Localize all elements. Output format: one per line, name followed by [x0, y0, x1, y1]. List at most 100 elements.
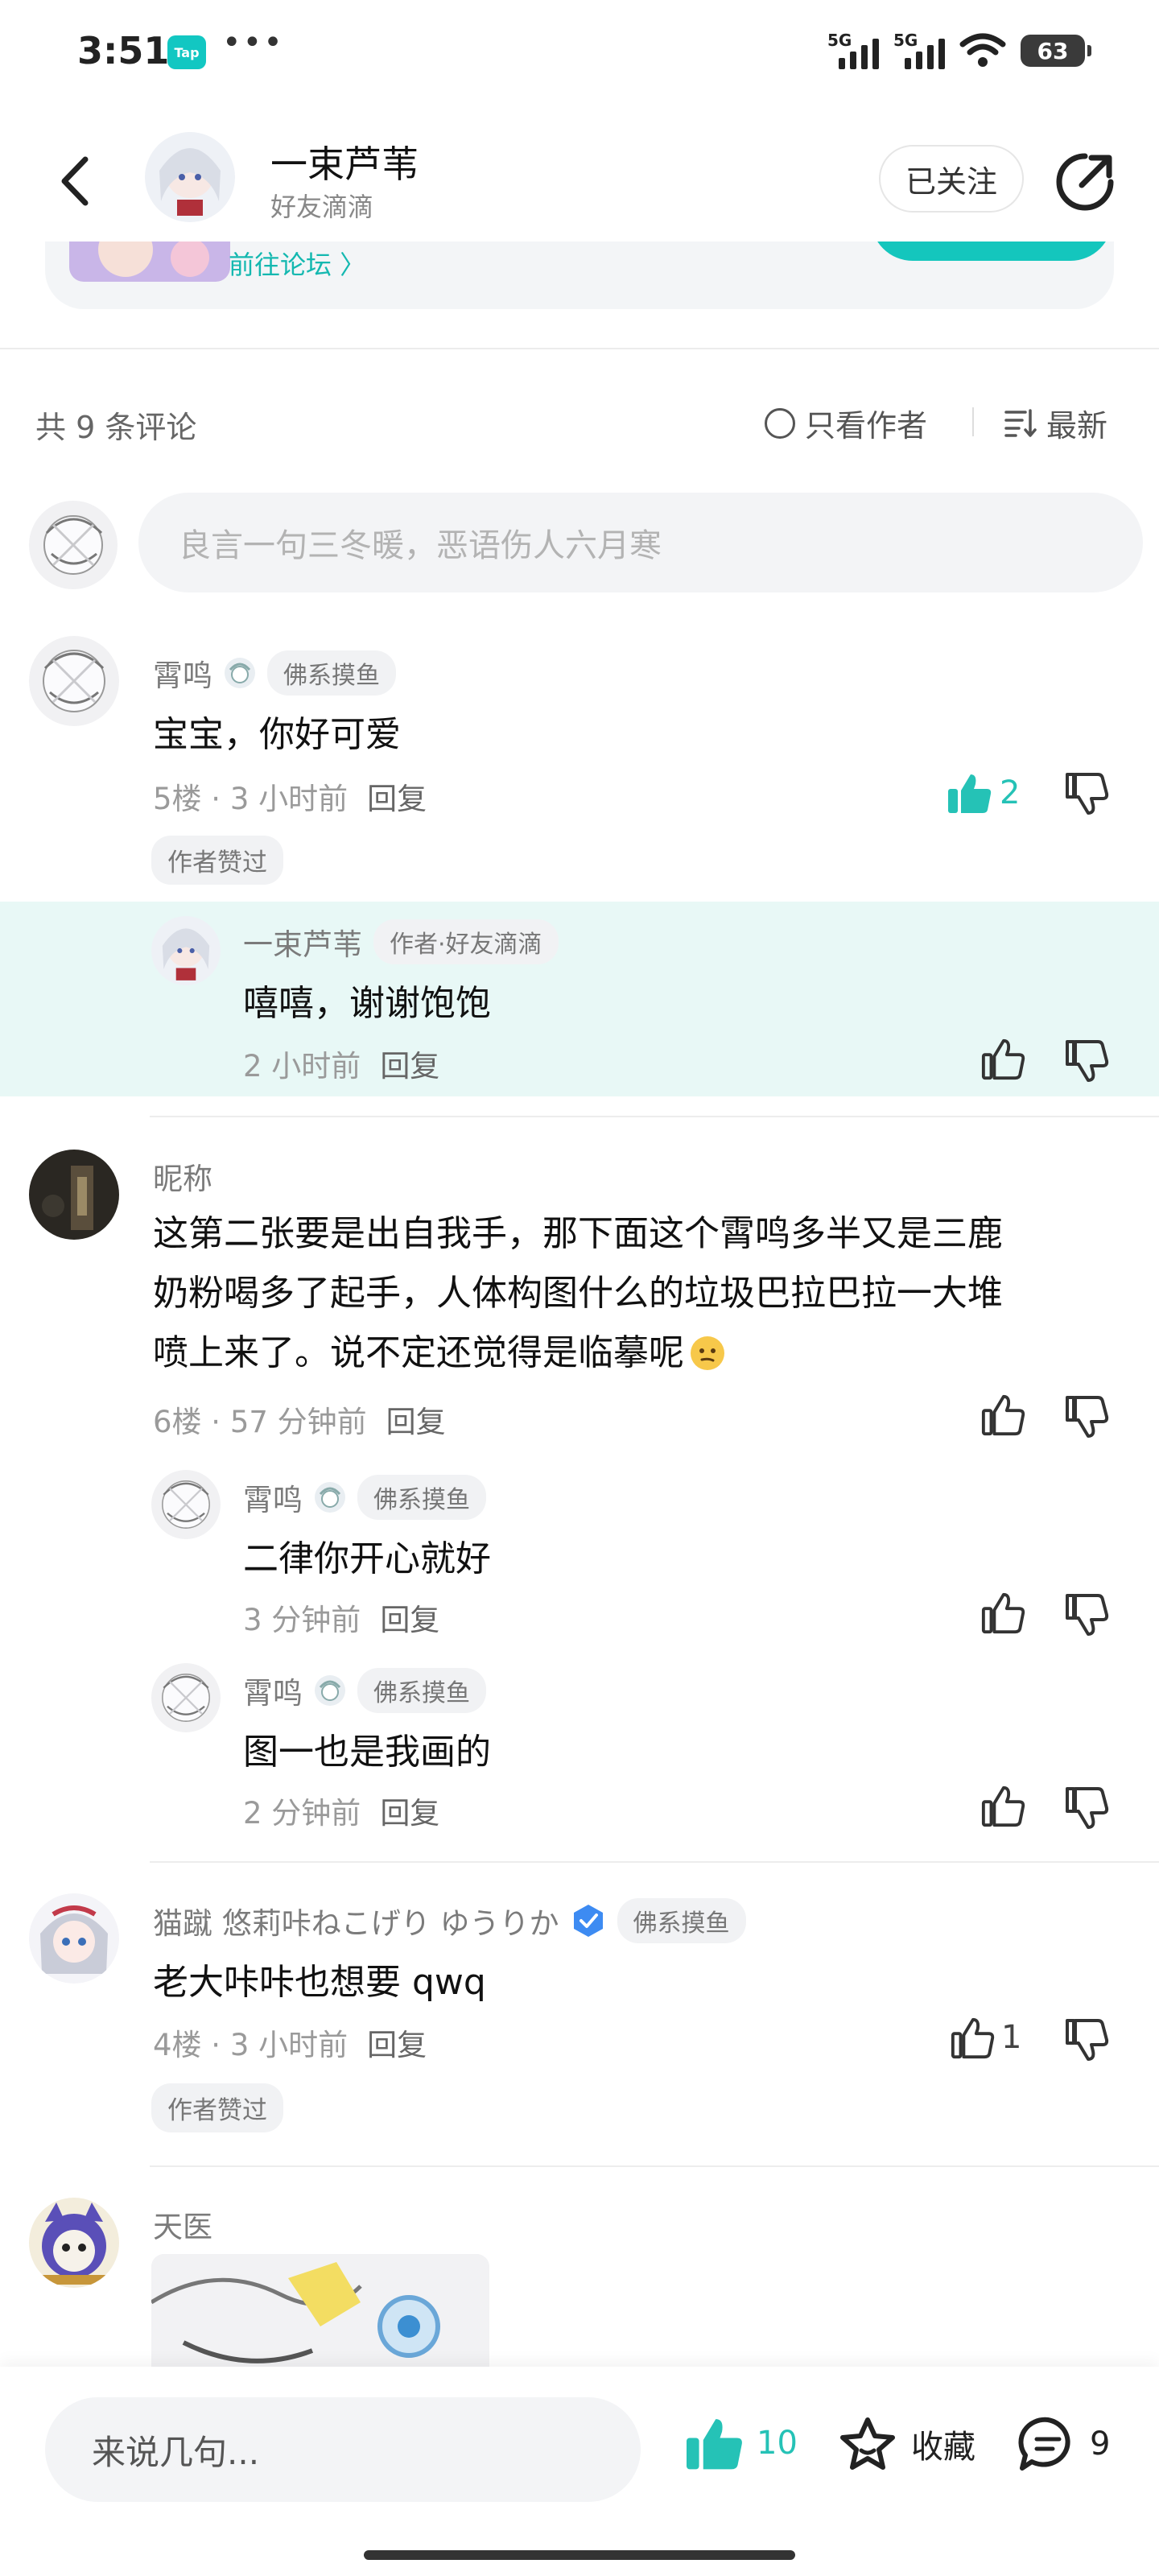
only-author-toggle[interactable]: 只看作者: [765, 401, 927, 445]
my-avatar: [29, 501, 118, 589]
reply-text: 二律你开心就好: [243, 1538, 491, 1579]
comment-divider: [150, 2165, 1159, 2167]
reply-avatar[interactable]: [151, 916, 221, 985]
battery-icon: 63: [1021, 35, 1091, 67]
home-indicator[interactable]: [364, 2550, 795, 2560]
thumbs-down-icon[interactable]: [1064, 1394, 1109, 1439]
reply-time: 2 小时前: [243, 1049, 361, 1084]
reply-header: 一束芦苇 作者·好友滴滴: [243, 919, 559, 964]
reply-time: 3 分钟前: [243, 1603, 361, 1637]
like-button[interactable]: 1: [950, 2016, 1021, 2059]
reply-time: 2 分钟前: [243, 1796, 361, 1831]
comment-input[interactable]: 良言一句三冬暖，恶语伤人六月寒: [138, 493, 1143, 592]
reply-meta: 2 小时前 回复: [243, 1042, 439, 1085]
thumbs-down-icon[interactable]: [1064, 771, 1109, 816]
comments-button[interactable]: 9: [1017, 2415, 1110, 2473]
share-icon[interactable]: [1053, 150, 1117, 214]
author-liked-badge: 作者赞过: [151, 2083, 283, 2132]
thumbs-down-icon[interactable]: [1064, 1592, 1109, 1637]
reply-user-name[interactable]: 霄鸣: [243, 1476, 303, 1519]
comment-text: 这第二张要是出自我手，那下面这个霄鸣多半又是三鹿 奶粉喝多了起手，人体构图什么的…: [153, 1204, 1119, 1383]
reply-text: 图一也是我画的: [243, 1732, 491, 1773]
comment-image[interactable]: [151, 2254, 489, 2383]
smirk-emoji-icon: [691, 1336, 724, 1370]
reply-header: 霄鸣 佛系摸鱼: [243, 1475, 486, 1520]
star-icon: [840, 2417, 895, 2470]
reply-text: 嘻嘻，谢谢饱饱: [243, 983, 491, 1024]
comment-header: 天医: [153, 2202, 212, 2246]
reply-avatar[interactable]: [151, 1470, 221, 1539]
user-title-badge: 佛系摸鱼: [357, 1475, 486, 1520]
commenter-name[interactable]: 霄鸣: [153, 651, 212, 695]
sort-icon: [1004, 408, 1037, 437]
comment-header: 昵称: [153, 1154, 212, 1198]
reply-button[interactable]: 回复: [380, 1596, 439, 1639]
comment-bubble-icon: [1018, 2417, 1070, 2471]
like-count: 2: [1000, 774, 1021, 811]
thumbs-up-icon: [951, 2017, 995, 2059]
like-count: 1: [1001, 2019, 1022, 2056]
comment-divider: [150, 1116, 1159, 1117]
comment-text-line: 喷上来了。说不定还觉得是临摹呢: [153, 1332, 684, 1373]
status-time: 3:51: [77, 29, 170, 72]
reply-button[interactable]: 回复: [367, 774, 427, 818]
comment-header: 猫蹴 悠莉咔ねこげり ゆうりか 佛系摸鱼: [153, 1898, 746, 1943]
author-subtitle: 好友滴滴: [270, 192, 374, 222]
post-like-button[interactable]: 10: [684, 2415, 798, 2471]
thumbs-up-icon[interactable]: [980, 1037, 1025, 1080]
go-to-forum-link[interactable]: 前往论坛 〉: [229, 245, 365, 282]
reply-button[interactable]: 回复: [380, 1042, 439, 1085]
thumbs-up-filled-icon: [687, 2419, 742, 2470]
status-bar: 3:51 Tap ••• 5G 5G 63: [0, 0, 1159, 105]
reply-meta: 2 分钟前 回复: [243, 1789, 439, 1832]
like-button[interactable]: 2: [947, 771, 1020, 815]
reply-meta: 3 分钟前 回复: [243, 1596, 439, 1639]
follow-button[interactable]: 已关注: [879, 145, 1024, 213]
user-badge-icon: [314, 1674, 346, 1707]
thumbs-down-icon[interactable]: [1064, 1785, 1109, 1831]
reply-button[interactable]: 回复: [380, 1789, 439, 1832]
author-avatar[interactable]: [145, 132, 235, 222]
reply-user-name[interactable]: 霄鸣: [243, 1669, 303, 1712]
user-badge-icon: [314, 1481, 346, 1513]
thumbs-up-icon[interactable]: [980, 1591, 1025, 1634]
section-divider: [0, 348, 1159, 349]
more-notifications-icon: •••: [222, 24, 284, 61]
reply-button[interactable]: 回复: [367, 2021, 427, 2064]
user-badge-icon: [224, 657, 256, 689]
vertical-separator: [972, 407, 974, 436]
reply-user-name[interactable]: 一束芦苇: [243, 920, 362, 964]
comment-floor-time: 4楼 · 3 小时前: [153, 2028, 349, 2062]
commenter-name[interactable]: 猫蹴 悠莉咔ねこげり ゆうりか: [153, 1899, 559, 1942]
thumbs-up-icon[interactable]: [980, 1784, 1025, 1827]
commenter-avatar[interactable]: [29, 1150, 119, 1240]
reply-button[interactable]: 回复: [386, 1397, 446, 1441]
back-arrow-icon[interactable]: [52, 153, 100, 209]
bottom-action-bar: 来说几句... 10 收藏 9: [0, 2367, 1159, 2576]
commenter-avatar[interactable]: [29, 2198, 119, 2288]
favorite-button[interactable]: 收藏: [837, 2415, 975, 2473]
comment-meta: 5楼 · 3 小时前 回复: [153, 774, 427, 818]
radio-circle-icon: [765, 407, 795, 439]
thumbs-up-icon[interactable]: [980, 1393, 1025, 1436]
thumbs-down-icon[interactable]: [1064, 2017, 1109, 2062]
commenter-avatar[interactable]: [29, 636, 119, 726]
comment-floor-time: 6楼 · 57 分钟前: [153, 1405, 367, 1439]
comment-meta: 4楼 · 3 小时前 回复: [153, 2021, 427, 2064]
comment-text: 宝宝，你好可爱: [153, 714, 401, 755]
thumbs-up-filled-icon: [948, 774, 992, 813]
commenter-name[interactable]: 天医: [153, 2202, 212, 2246]
reply-avatar[interactable]: [151, 1663, 221, 1732]
comment-divider: [150, 1861, 1159, 1863]
comment-composer: 良言一句三冬暖，恶语伤人六月寒: [29, 493, 1143, 597]
author-name[interactable]: 一束芦苇: [270, 135, 419, 188]
quick-comment-input[interactable]: 来说几句...: [45, 2397, 641, 2502]
thumbs-down-icon[interactable]: [1064, 1038, 1109, 1084]
wifi-icon: [959, 33, 1006, 67]
comment-count: 共 9 条评论: [35, 410, 197, 445]
sort-toggle[interactable]: 最新: [1004, 401, 1107, 445]
reply-header: 霄鸣 佛系摸鱼: [243, 1668, 486, 1713]
commenter-avatar[interactable]: [29, 1893, 119, 1984]
commenter-name[interactable]: 昵称: [153, 1154, 212, 1198]
user-title-badge: 佛系摸鱼: [357, 1668, 486, 1713]
